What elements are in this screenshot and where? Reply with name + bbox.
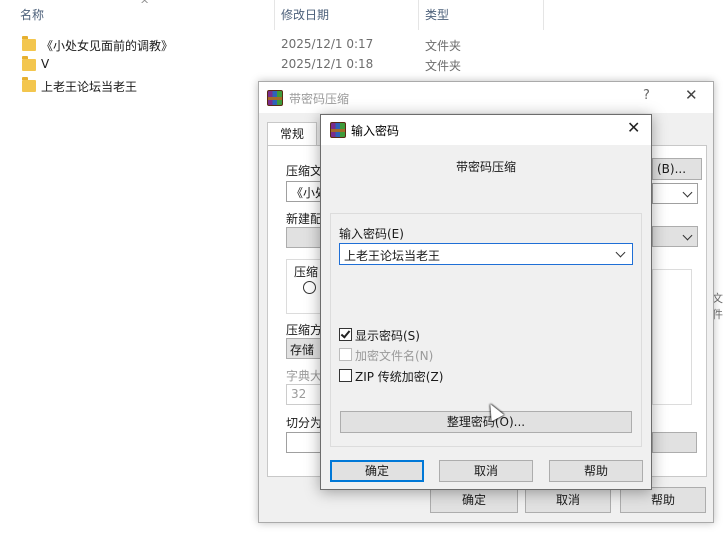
dialog-heading: 带密码压缩 (455, 160, 516, 174)
cancel-button[interactable]: 取消 (525, 487, 611, 513)
column-divider[interactable] (543, 0, 544, 30)
column-header-date[interactable]: 修改日期 (281, 0, 329, 30)
organize-passwords-button[interactable]: 整理密码(O)... (340, 411, 632, 433)
chevron-down-icon[interactable] (615, 247, 626, 258)
chevron-down-icon (682, 187, 693, 198)
file-name: 上老王论坛当老王 (41, 80, 138, 94)
set-password-button[interactable] (652, 432, 697, 453)
sort-up-icon: ^ (140, 0, 150, 11)
folder-icon (22, 56, 36, 71)
winrar-icon (330, 122, 346, 138)
enter-password-titlebar[interactable]: 输入密码 ✕ (321, 115, 651, 145)
dictionary-size-value: 32 (291, 387, 307, 401)
zip-legacy-encryption-label: ZIP 传统加密(Z) (355, 370, 444, 384)
folder-icon (22, 36, 36, 51)
archive-dialog-title: 带密码压缩 (289, 92, 350, 106)
list-item[interactable]: 《小处女见面前的调教》 2025/12/1 0:17 文件夹 (0, 35, 560, 55)
help-button[interactable]: 帮助 (620, 487, 706, 513)
help-button[interactable]: 帮助 (549, 460, 643, 482)
truncated-type-text: 文件 (712, 292, 723, 321)
password-input[interactable]: 上老王论坛当老王 (339, 243, 633, 265)
list-item[interactable]: V 2025/12/1 0:18 文件夹 (0, 55, 560, 75)
ok-button[interactable]: 确定 (430, 487, 518, 513)
enter-password-title: 输入密码 (351, 124, 400, 138)
new-profile-label: 新建配 (286, 212, 323, 226)
file-name: V (41, 57, 50, 71)
column-divider[interactable] (274, 0, 275, 30)
archive-name-dropdown[interactable] (652, 183, 698, 204)
tab-general[interactable]: 常规 (267, 122, 317, 146)
encrypt-filenames-label: 加密文件名(N) (355, 349, 434, 363)
enter-password-dialog: 输入密码 ✕ 带密码压缩 输入密码(E) 上老王论坛当老王 显示密码(S) 加密… (320, 114, 652, 490)
archive-name-label: 压缩文 (286, 164, 323, 178)
split-volumes-label: 切分为 (286, 416, 323, 430)
compression-method-label: 压缩方 (286, 323, 323, 337)
format-radio[interactable] (303, 281, 316, 294)
file-date: 2025/12/1 0:18 (281, 57, 374, 71)
column-header-name[interactable]: 名称 (20, 0, 44, 30)
file-date: 2025/12/1 0:17 (281, 37, 374, 51)
profile-dropdown[interactable] (652, 226, 698, 247)
file-name: 《小处女见面前的调教》 (41, 39, 174, 53)
cancel-button[interactable]: 取消 (439, 460, 533, 482)
file-type: 文件夹 (425, 59, 462, 73)
column-header-type[interactable]: 类型 (425, 0, 449, 30)
folder-icon (22, 77, 36, 92)
checkbox-unchecked[interactable] (339, 369, 352, 382)
checkbox-unchecked[interactable] (339, 348, 352, 361)
checkbox-checked[interactable] (339, 328, 352, 341)
chevron-down-icon (682, 230, 693, 241)
column-divider[interactable] (418, 0, 419, 30)
winrar-icon (267, 90, 283, 106)
file-type: 文件夹 (425, 39, 462, 53)
checkmark-icon (340, 328, 351, 339)
show-password-label: 显示密码(S) (355, 329, 420, 343)
close-icon[interactable]: ✕ (685, 86, 698, 104)
dictionary-size-label: 字典大 (286, 369, 323, 383)
ok-button[interactable]: 确定 (330, 460, 424, 482)
help-icon[interactable]: ? (643, 88, 650, 103)
password-label: 输入密码(E) (339, 227, 404, 241)
archive-options-group (652, 269, 692, 405)
compression-method-value: 存储 (290, 343, 315, 357)
archive-dialog-titlebar[interactable]: 带密码压缩 ? ✕ (259, 82, 713, 113)
password-value: 上老王论坛当老王 (344, 249, 441, 263)
archive-format-label: 压缩 (294, 265, 319, 279)
close-icon[interactable]: ✕ (627, 118, 640, 137)
browse-button[interactable]: (B)... (652, 158, 702, 180)
